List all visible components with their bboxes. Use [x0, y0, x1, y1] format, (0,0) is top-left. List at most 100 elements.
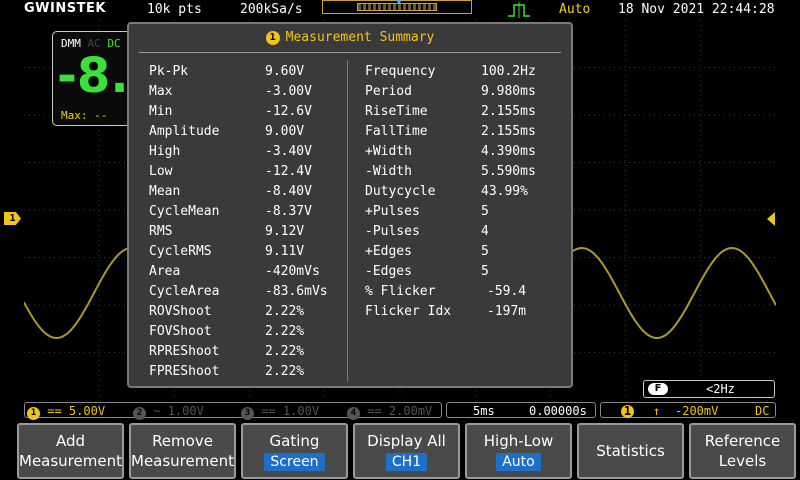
statistics-button[interactable]: Statistics	[577, 423, 684, 479]
trigger-position-marker	[395, 0, 403, 4]
measurement-value: -420mVs	[265, 264, 320, 279]
ch3-status[interactable]: 3 == 1.00V	[241, 404, 319, 420]
measurement-label: CycleArea	[149, 284, 220, 299]
measurement-label: Mean	[149, 184, 181, 199]
measurement-label: -Pulses	[365, 224, 420, 239]
softkey-value: CH1	[385, 453, 428, 471]
measurement-value: -197m	[487, 304, 527, 319]
gating-button[interactable]: Gating Screen	[241, 423, 348, 479]
ch4-coupling-icon: ==	[367, 404, 382, 418]
ch2-coupling-icon: ~	[153, 404, 161, 418]
softkey-label: Remove	[152, 432, 213, 450]
high-low-button[interactable]: High-Low Auto	[465, 423, 572, 479]
measurement-value: 2.22%	[265, 364, 305, 379]
measurement-label: Dutycycle	[365, 184, 436, 199]
acquire-mode: Auto	[559, 2, 591, 17]
measurement-label: High	[149, 144, 181, 159]
remove-measurement-button[interactable]: Remove Measurement	[129, 423, 236, 479]
measurement-summary-panel: 1 Measurement Summary Pk-Pk 9.60V Max -3.00V…	[127, 22, 573, 388]
measurement-value: 4	[481, 224, 489, 239]
ch4-scale: 2.00mV	[388, 404, 433, 418]
brand-logo: GWINSTEK	[24, 1, 106, 16]
top-status-bar: GWINSTEK 10k pts 200kSa/s Auto 18 Nov 20…	[0, 0, 800, 20]
measurement-label: Low	[149, 164, 173, 179]
ch4-icon: 4	[347, 407, 360, 420]
measurement-label: FOVShoot	[149, 324, 212, 339]
add-measurement-button[interactable]: Add Measurement	[17, 423, 124, 479]
measurement-label: +Edges	[365, 244, 412, 259]
measurement-label: RiseTime	[365, 104, 428, 119]
measurement-label: Flicker Idx	[365, 304, 452, 319]
measurement-value: 2.22%	[265, 304, 305, 319]
measurement-value: 9.980ms	[481, 84, 536, 99]
measurement-value: -83.6mVs	[265, 284, 328, 299]
panel-title: 1 Measurement Summary	[129, 30, 571, 45]
trigger-status[interactable]: 1 ↑ -200mV DC	[600, 402, 776, 418]
measurement-value: -3.40V	[265, 144, 312, 159]
measurement-label: Area	[149, 264, 181, 279]
measurement-value: 9.11V	[265, 244, 305, 259]
measurement-value: -8.40V	[265, 184, 312, 199]
softkey-bar: Add Measurement Remove Measurement Gatin…	[0, 420, 800, 480]
ch1-status[interactable]: 1 == 5.00V	[27, 404, 105, 420]
ch2-status[interactable]: 2 ~ 1.00V	[133, 404, 204, 420]
softkey-label: Reference	[704, 432, 781, 450]
measurement-label: +Width	[365, 144, 412, 159]
measurement-value: 9.12V	[265, 224, 305, 239]
measurement-value: 9.00V	[265, 124, 305, 139]
measurement-label: Frequency	[365, 64, 436, 79]
measurement-label: Period	[365, 84, 412, 99]
timebase-status[interactable]: 5ms 0.00000s	[446, 402, 596, 418]
measurement-value: 5.590ms	[481, 164, 536, 179]
trigger-level-marker[interactable]	[767, 212, 775, 226]
measurement-value: 2.22%	[265, 344, 305, 359]
record-length: 10k pts	[147, 2, 202, 17]
measurement-value: 2.22%	[265, 324, 305, 339]
channel-1-icon: 1	[265, 31, 280, 45]
measurement-label: Pk-Pk	[149, 64, 189, 79]
title-divider	[139, 52, 561, 53]
ch2-scale: 1.00V	[167, 404, 204, 418]
measurement-value: 2.155ms	[481, 104, 536, 119]
measurement-label: RPREShoot	[149, 344, 220, 359]
measurement-label: Min	[149, 104, 173, 119]
measurement-label: % Flicker	[365, 284, 436, 299]
ch1-coupling-icon: ==	[47, 404, 62, 418]
column-divider	[347, 60, 348, 382]
measurement-value: 4.390ms	[481, 144, 536, 159]
measurement-label: -Edges	[365, 264, 412, 279]
timebase-position: 0.00000s	[529, 404, 587, 418]
measurement-value: -8.37V	[265, 204, 312, 219]
filter-badge: F	[648, 383, 668, 395]
panel-title-text: Measurement Summary	[285, 30, 435, 45]
softkey-value: Auto	[496, 453, 541, 471]
measurement-value: -3.00V	[265, 84, 312, 99]
measurement-label: Max	[149, 84, 173, 99]
ch1-ground-marker[interactable]: 1	[4, 212, 21, 225]
measurement-label: CycleMean	[149, 204, 220, 219]
measurement-value: 9.60V	[265, 64, 305, 79]
channel-status-bar: 1 == 5.00V 2 ~ 1.00V 3 == 1.00V 4 == 2.0…	[24, 402, 442, 420]
ch4-status[interactable]: 4 == 2.00mV	[347, 404, 432, 420]
measurement-value: -59.4	[487, 284, 527, 299]
trigger-edge-icon	[508, 2, 530, 18]
measurement-label: +Pulses	[365, 204, 420, 219]
reference-levels-button[interactable]: Reference Levels	[689, 423, 796, 479]
ch3-icon: 3	[241, 407, 254, 420]
measurement-value: -12.6V	[265, 104, 312, 119]
trigger-coupling: DC	[755, 404, 770, 418]
measurement-label: ROVShoot	[149, 304, 212, 319]
softkey-label: Display All	[367, 432, 446, 450]
measurement-value: 5	[481, 264, 489, 279]
softkey-label: Measurement	[131, 452, 234, 470]
softkey-label: High-Low	[483, 432, 554, 450]
measurement-value: -12.4V	[265, 164, 312, 179]
timebase-scale: 5ms	[473, 404, 495, 418]
measurement-label: RMS	[149, 224, 173, 239]
dmm-max-label: Max:	[61, 109, 88, 122]
measurement-value: 43.99%	[481, 184, 528, 199]
measurement-label: -Width	[365, 164, 412, 179]
measurement-label: FallTime	[365, 124, 428, 139]
memory-window	[357, 3, 437, 11]
display-all-button[interactable]: Display All CH1	[353, 423, 460, 479]
